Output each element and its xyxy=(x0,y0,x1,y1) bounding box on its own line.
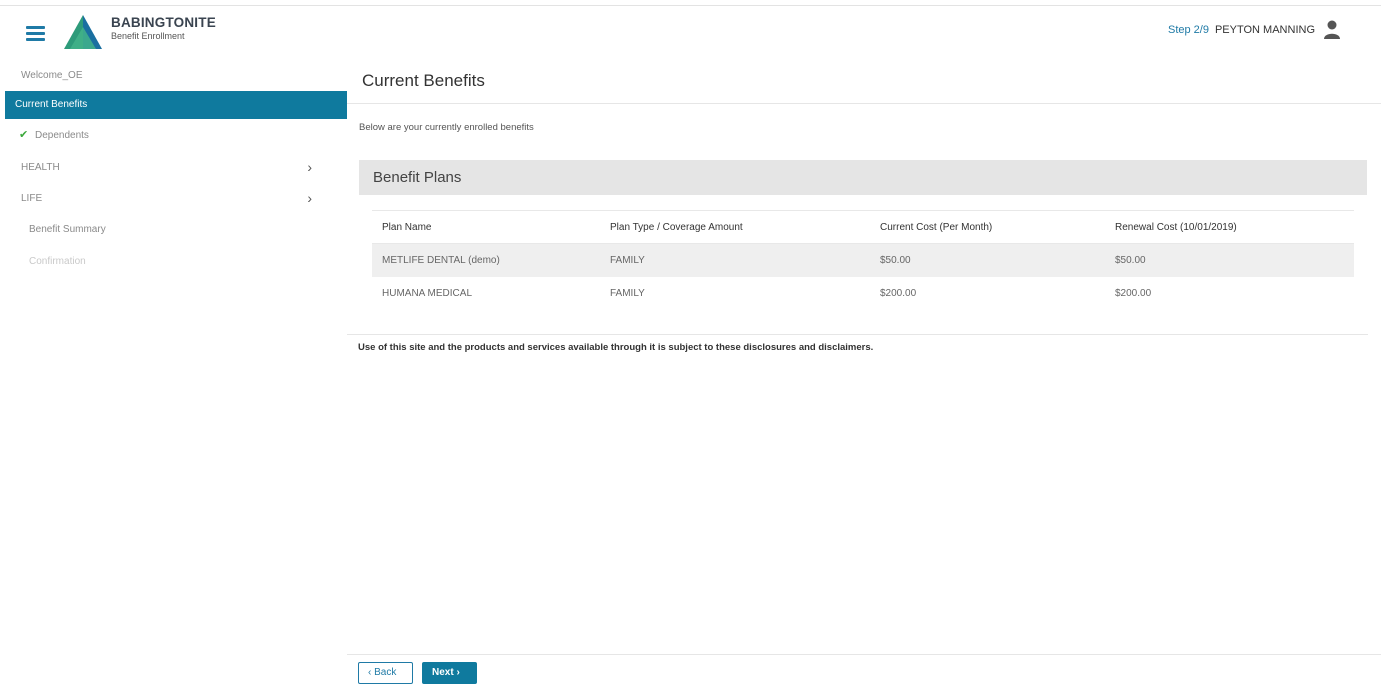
chevron-right-icon: › xyxy=(307,159,312,175)
column-header: Renewal Cost (10/01/2019) xyxy=(1115,222,1237,233)
renewal-cost-cell: $200.00 xyxy=(1115,288,1152,299)
back-label: Back xyxy=(374,667,397,678)
sidebar-item-dependents[interactable]: ✔ Dependents xyxy=(5,122,347,149)
step-indicator: Step 2/9 xyxy=(1167,24,1209,36)
sidebar-item-confirmation: Confirmation xyxy=(5,248,347,275)
hamburger-menu-icon[interactable] xyxy=(26,26,45,41)
section-header: Benefit Plans xyxy=(359,160,1367,195)
divider xyxy=(347,334,1368,335)
sidebar-item-label: Welcome_OE xyxy=(21,70,83,81)
check-icon: ✔ xyxy=(19,129,29,141)
plan-type-cell: FAMILY xyxy=(610,255,645,266)
intro-text: Below are your currently enrolled benefi… xyxy=(359,122,534,133)
next-label: Next xyxy=(432,667,454,678)
brand-subtitle: Benefit Enrollment xyxy=(111,31,185,41)
plan-type-cell: FAMILY xyxy=(610,288,645,299)
sidebar-item-health[interactable]: HEALTH › xyxy=(5,154,347,181)
plan-name-cell: HUMANA MEDICAL xyxy=(382,288,473,299)
benefit-plans-table: Plan Name Plan Type / Coverage Amount Cu… xyxy=(372,210,1354,310)
brand-name: BABINGTONITE xyxy=(111,15,216,30)
sidebar-item-welcome[interactable]: Welcome_OE xyxy=(5,62,347,89)
table-header-row: Plan Name Plan Type / Coverage Amount Cu… xyxy=(372,210,1354,244)
chevron-left-icon: ‹ xyxy=(368,667,372,678)
brand-text: BABINGTONITE Benefit Enrollment xyxy=(111,15,216,41)
sidebar-item-life[interactable]: LIFE › xyxy=(5,185,347,212)
divider xyxy=(347,654,1381,655)
current-cost-cell: $50.00 xyxy=(880,255,911,266)
chevron-right-icon: › xyxy=(307,190,312,206)
brand-logo xyxy=(64,15,102,49)
user-icon[interactable] xyxy=(1323,20,1341,40)
sidebar-item-label: HEALTH xyxy=(21,162,60,173)
sidebar-item-benefit-summary[interactable]: Benefit Summary xyxy=(5,216,347,243)
sidebar-item-label: LIFE xyxy=(21,193,43,204)
user-bar: Step 2/9 PEYTON MANNING xyxy=(1168,20,1341,40)
renewal-cost-cell: $50.00 xyxy=(1115,255,1146,266)
sidebar-nav: Welcome_OE Current Benefits ✔ Dependents… xyxy=(0,62,347,681)
sidebar-item-label: Confirmation xyxy=(29,256,86,267)
column-header: Plan Type / Coverage Amount xyxy=(610,222,743,233)
sidebar-item-label: Benefit Summary xyxy=(29,224,106,235)
main-content: Current Benefits Below are your currentl… xyxy=(347,62,1381,684)
divider xyxy=(347,103,1381,104)
page-title: Current Benefits xyxy=(362,71,485,90)
sidebar-item-label: Dependents xyxy=(35,130,89,141)
plan-name-cell: METLIFE DENTAL (demo) xyxy=(382,255,500,266)
disclaimer-text: Use of this site and the products and se… xyxy=(358,342,874,353)
table-row: METLIFE DENTAL (demo) FAMILY $50.00 $50.… xyxy=(372,244,1354,277)
sidebar-item-current-benefits[interactable]: Current Benefits xyxy=(5,91,347,119)
column-header: Current Cost (Per Month) xyxy=(880,222,993,233)
table-row: HUMANA MEDICAL FAMILY $200.00 $200.00 xyxy=(372,277,1354,310)
chevron-right-icon: › xyxy=(456,667,460,678)
current-cost-cell: $200.00 xyxy=(880,288,917,299)
app-header: BABINGTONITE Benefit Enrollment Step 2/9… xyxy=(0,6,1381,62)
sidebar-item-label: Current Benefits xyxy=(15,99,88,110)
column-header: Plan Name xyxy=(382,222,432,233)
user-name[interactable]: PEYTON MANNING xyxy=(1215,24,1315,36)
